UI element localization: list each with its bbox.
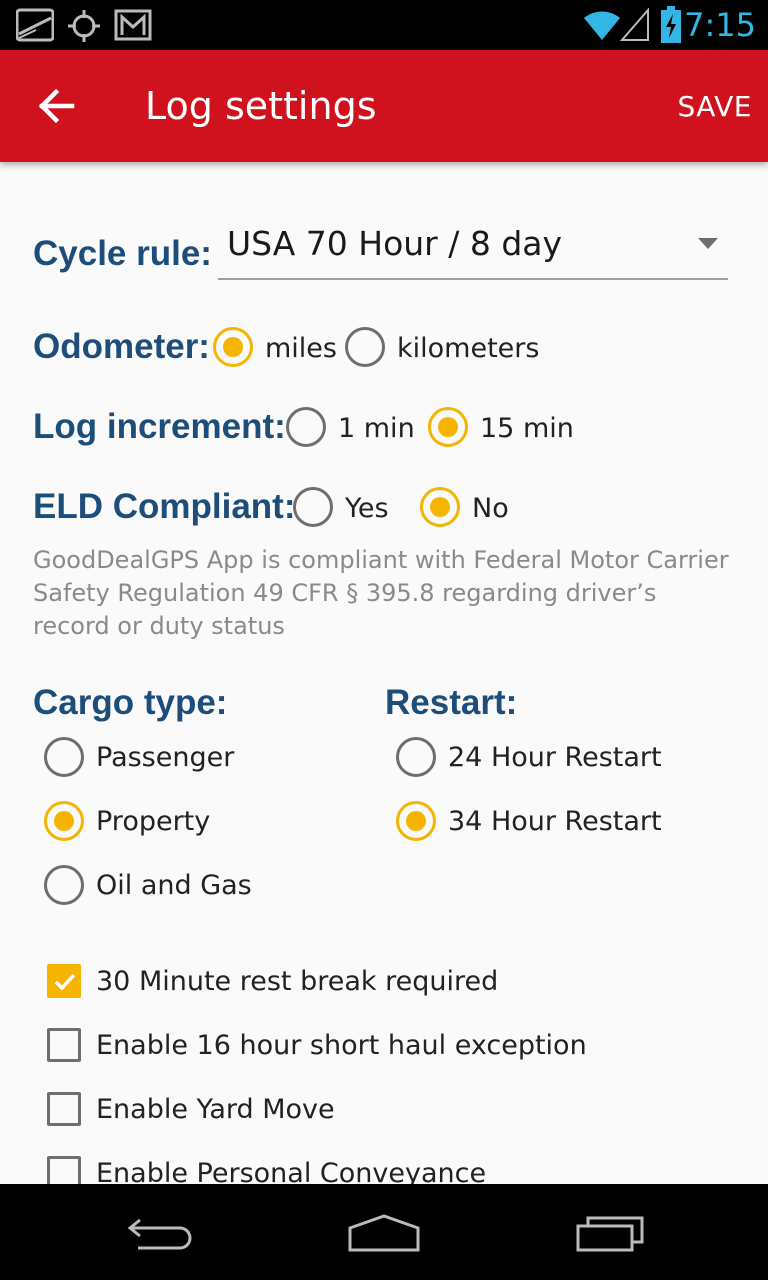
restart-24h-label: 24 Hour Restart <box>448 742 662 773</box>
signal-icon <box>619 7 650 47</box>
restart-label: Restart: <box>385 683 518 722</box>
restart-34h-label: 34 Hour Restart <box>448 806 662 837</box>
log-increment-1min-radio[interactable] <box>286 407 326 447</box>
restart-34h-radio[interactable] <box>396 801 436 841</box>
recent-apps-nav-icon[interactable] <box>574 1212 646 1259</box>
eld-no-radio[interactable] <box>420 487 460 527</box>
cargo-oil-gas-label: Oil and Gas <box>96 870 252 901</box>
status-time: 7:15 <box>684 6 756 44</box>
battery-charging-icon <box>660 6 682 49</box>
eld-yes-radio[interactable] <box>293 487 333 527</box>
short-haul-checkbox[interactable] <box>47 1028 81 1062</box>
cargo-property-radio[interactable] <box>44 801 84 841</box>
navigation-bar <box>0 1184 768 1280</box>
rest-break-checkbox[interactable] <box>47 964 81 998</box>
eld-compliance-note: GoodDealGPS App is compliant with Federa… <box>33 546 729 640</box>
save-button[interactable]: SAVE <box>677 90 752 123</box>
log-increment-label: Log increment: <box>33 407 286 446</box>
cargo-property-label: Property <box>96 806 211 837</box>
odometer-miles-radio[interactable] <box>213 327 253 367</box>
home-nav-icon[interactable] <box>346 1212 422 1259</box>
gps-icon <box>66 8 102 49</box>
cargo-type-label: Cargo type: <box>33 683 228 722</box>
back-nav-icon[interactable] <box>124 1214 196 1259</box>
eld-no-label: No <box>472 493 509 524</box>
short-haul-label: Enable 16 hour short haul exception <box>96 1030 587 1061</box>
back-arrow-icon[interactable] <box>28 78 84 134</box>
odometer-miles-label: miles <box>265 333 337 364</box>
log-increment-15min-label: 15 min <box>480 413 574 444</box>
road-icon <box>15 8 55 47</box>
log-increment-15min-radio[interactable] <box>428 407 468 447</box>
odometer-kilometers-radio[interactable] <box>345 327 385 367</box>
restart-24h-radio[interactable] <box>396 737 436 777</box>
status-bar: 7:15 <box>0 0 768 50</box>
rest-break-label: 30 Minute rest break required <box>96 966 499 997</box>
eld-yes-label: Yes <box>345 493 389 524</box>
yard-move-label: Enable Yard Move <box>96 1094 335 1125</box>
log-increment-1min-label: 1 min <box>338 413 415 444</box>
odometer-label: Odometer: <box>33 327 210 366</box>
cargo-passenger-label: Passenger <box>96 742 235 773</box>
gmail-icon <box>114 9 152 46</box>
app-bar: Log settings SAVE <box>0 50 768 162</box>
page-title: Log settings <box>145 84 377 128</box>
cargo-passenger-radio[interactable] <box>44 737 84 777</box>
cycle-rule-dropdown[interactable]: USA 70 Hour / 8 day <box>218 220 728 280</box>
eld-compliant-label: ELD Compliant: <box>33 487 296 526</box>
yard-move-checkbox[interactable] <box>47 1092 81 1126</box>
dropdown-arrow-icon <box>698 238 718 249</box>
odometer-kilometers-label: kilometers <box>397 333 540 364</box>
cycle-rule-value: USA 70 Hour / 8 day <box>227 224 563 263</box>
wifi-icon <box>582 8 622 47</box>
cycle-rule-label: Cycle rule: <box>33 234 212 273</box>
cargo-oil-gas-radio[interactable] <box>44 865 84 905</box>
